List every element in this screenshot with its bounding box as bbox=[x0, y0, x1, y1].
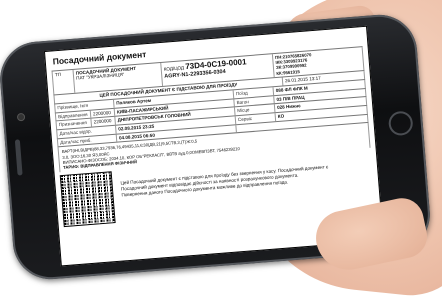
qr-code bbox=[59, 170, 116, 227]
doc-issuer-code: ТП bbox=[51, 69, 76, 95]
speaker-grille bbox=[14, 139, 23, 176]
camera-icon bbox=[16, 112, 26, 122]
code-label: КОД/ЦОД bbox=[163, 64, 185, 72]
home-button[interactable] bbox=[387, 110, 414, 137]
boarding-document: Посадочний документ ТП ПОСАДОЧНИЙ ДОКУМЕ… bbox=[45, 27, 380, 231]
